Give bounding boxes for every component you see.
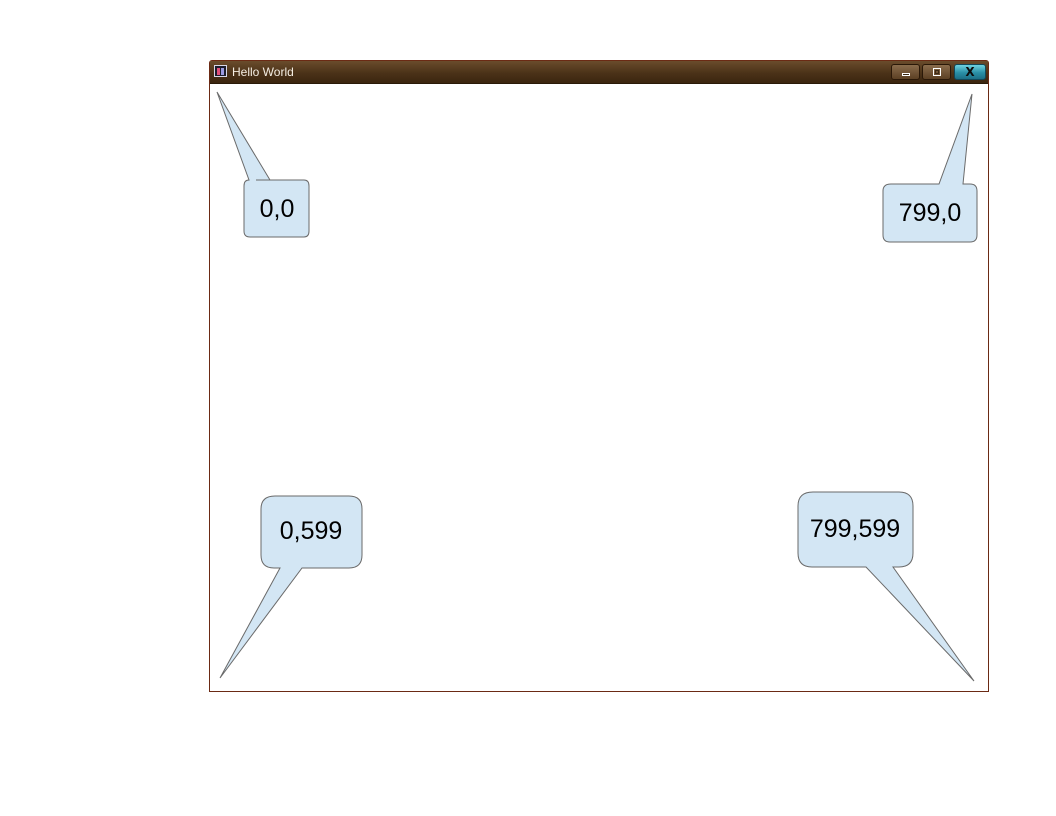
callout-bottom-left: 0,599 [219, 495, 363, 679]
callout-label: 0,0 [260, 195, 295, 223]
callout-top-right: 799,0 [882, 93, 978, 243]
callout-label: 799,599 [810, 515, 900, 543]
callout-label: 799,0 [899, 199, 962, 227]
callout-top-left: 0,0 [216, 91, 310, 238]
page: Hello World X 0,0 799,0 0,599 799,599 [0, 0, 1056, 816]
callout-overlay: 0,0 799,0 0,599 799,599 [216, 91, 978, 682]
callout-bottom-right: 799,599 [797, 491, 975, 682]
callout-label: 0,599 [280, 517, 343, 545]
